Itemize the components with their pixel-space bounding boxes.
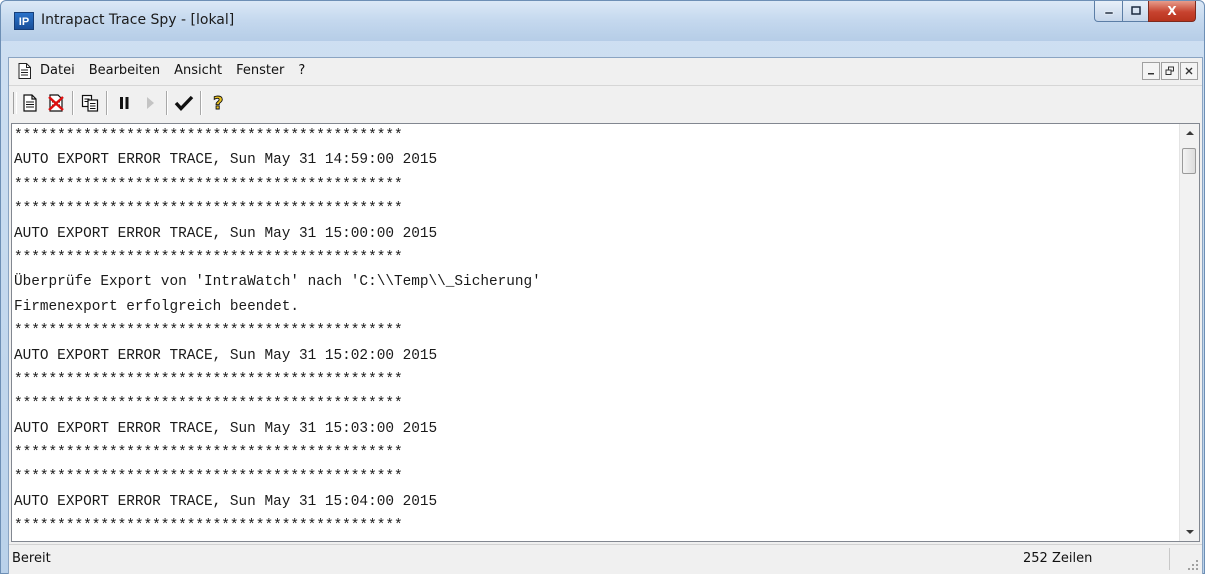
mdi-restore-button[interactable]	[1161, 62, 1179, 80]
menu-bar: Datei Bearbeiten Ansicht Fenster ?	[9, 58, 1202, 84]
toolbar-separator	[106, 91, 108, 115]
copy-icon	[81, 94, 99, 112]
mdi-close-icon	[1185, 67, 1193, 75]
document-icon[interactable]	[17, 63, 31, 80]
app-window: IP Intrapact Trace Spy - [lokal] X Datei…	[0, 0, 1205, 574]
menu-help[interactable]: ?	[291, 58, 312, 84]
resize-grip-icon[interactable]	[1187, 559, 1199, 571]
scroll-thumb[interactable]	[1182, 148, 1196, 174]
scroll-down-button[interactable]	[1180, 523, 1199, 541]
minimize-icon	[1104, 11, 1113, 15]
trace-line: AUTO EXPORT ERROR TRACE, Sun May 31 15:0…	[14, 493, 438, 510]
toolbar-separator	[166, 91, 168, 115]
window-title: Intrapact Trace Spy - [lokal]	[41, 12, 235, 28]
mdi-close-button[interactable]	[1180, 62, 1198, 80]
trace-line: ****************************************…	[14, 128, 403, 144]
play-button[interactable]	[138, 91, 162, 115]
help-icon: ?	[213, 93, 224, 113]
status-text: Bereit	[12, 551, 51, 566]
trace-line: ****************************************…	[14, 469, 403, 486]
trace-line: ****************************************…	[14, 201, 403, 218]
mdi-minimize-icon	[1148, 73, 1154, 75]
status-bar: Bereit 252 Zeilen	[9, 544, 1202, 574]
menu-fenster[interactable]: Fenster	[229, 58, 291, 84]
trace-line: Überprüfe Export von 'IntraWatch' nach '…	[14, 274, 541, 291]
app-icon[interactable]: IP	[14, 12, 34, 30]
new-icon	[23, 94, 37, 112]
trace-line: ****************************************…	[14, 323, 403, 340]
menu-ansicht[interactable]: Ansicht	[167, 58, 229, 84]
toolbar: ?	[9, 85, 1202, 120]
pause-button[interactable]	[112, 91, 136, 115]
chevron-up-icon	[1185, 131, 1194, 135]
maximize-icon	[1130, 6, 1141, 15]
trace-line: AUTO EXPORT ERROR TRACE, Sun May 31 15:0…	[14, 225, 438, 242]
check-icon	[174, 95, 194, 111]
trace-lines: ****************************************…	[14, 124, 1174, 539]
check-button[interactable]	[172, 91, 196, 115]
caption-buttons: X	[1094, 1, 1196, 23]
trace-line: ****************************************…	[14, 371, 403, 388]
mdi-buttons	[1142, 62, 1198, 80]
scroll-up-button[interactable]	[1180, 124, 1199, 142]
menu-bearbeiten[interactable]: Bearbeiten	[82, 58, 167, 84]
new-button[interactable]	[18, 91, 42, 115]
help-button[interactable]: ?	[206, 91, 230, 115]
app-icon-label: IP	[18, 16, 30, 28]
menu-datei[interactable]: Datei	[31, 58, 82, 84]
toolbar-separator	[200, 91, 202, 115]
trace-line: ****************************************…	[14, 396, 403, 413]
delete-button[interactable]	[44, 91, 68, 115]
close-icon: X	[1167, 4, 1177, 18]
pause-icon	[120, 97, 129, 109]
trace-line: AUTO EXPORT ERROR TRACE, Sun May 31 14:5…	[14, 152, 438, 169]
minimize-button[interactable]	[1094, 1, 1123, 22]
trace-line: ****************************************…	[14, 176, 403, 193]
client-area: Datei Bearbeiten Ansicht Fenster ? ? ***…	[8, 57, 1203, 574]
trace-output[interactable]: ****************************************…	[11, 123, 1200, 542]
delete-icon	[48, 94, 64, 112]
trace-line: AUTO EXPORT ERROR TRACE, Sun May 31 15:0…	[14, 420, 438, 437]
trace-line: ****************************************…	[14, 518, 403, 535]
svg-text:?: ?	[213, 93, 223, 113]
play-icon	[147, 97, 154, 109]
mdi-minimize-button[interactable]	[1142, 62, 1160, 80]
trace-line: AUTO EXPORT ERROR TRACE, Sun May 31 15:0…	[14, 347, 438, 364]
trace-line: Firmenexport erfolgreich beendet.	[14, 298, 299, 315]
maximize-button[interactable]	[1122, 1, 1149, 22]
chevron-down-icon	[1185, 530, 1194, 534]
trace-line: ****************************************…	[14, 249, 403, 266]
toolbar-separator	[72, 91, 74, 115]
toolbar-grip[interactable]	[13, 92, 17, 114]
trace-line: ****************************************…	[14, 445, 403, 462]
copy-button[interactable]	[78, 91, 102, 115]
status-divider	[1169, 548, 1170, 570]
mdi-restore-icon	[1165, 66, 1174, 75]
line-count: 252 Zeilen	[1023, 551, 1093, 566]
vertical-scrollbar[interactable]	[1179, 124, 1199, 541]
title-bar[interactable]: IP Intrapact Trace Spy - [lokal] X	[1, 1, 1204, 41]
close-button[interactable]: X	[1148, 1, 1196, 22]
